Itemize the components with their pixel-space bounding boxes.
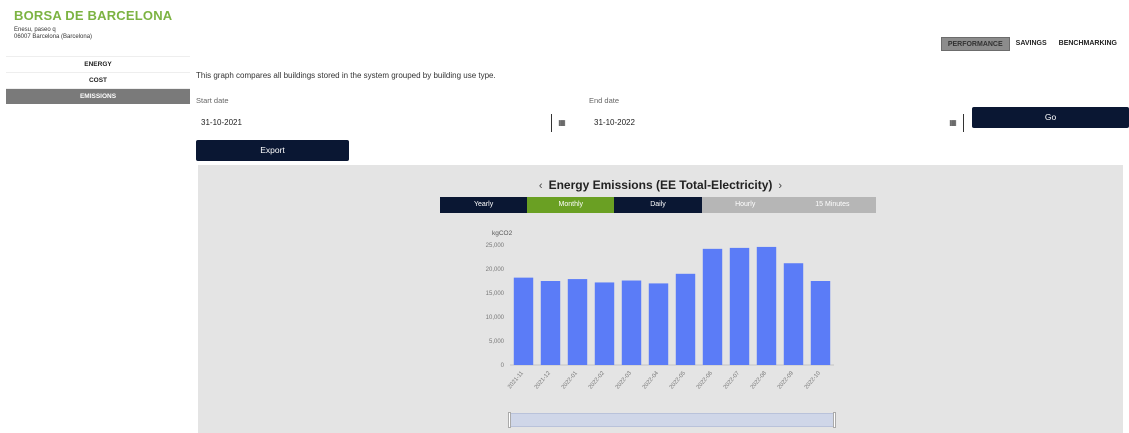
x-tick-label: 2022-04 — [642, 370, 661, 391]
bar — [567, 279, 588, 365]
export-button[interactable]: Export — [196, 140, 349, 161]
x-tick-label: 2022-10 — [804, 370, 822, 390]
x-tick-label: 2022-02 — [588, 370, 606, 390]
x-tick-label: 2022-03 — [615, 370, 633, 390]
divider — [551, 114, 552, 132]
calendar-icon[interactable]: ▦ — [946, 116, 960, 130]
tab-benchmarking[interactable]: BENCHMARKING — [1053, 37, 1123, 51]
calendar-icon[interactable]: ▦ — [555, 116, 569, 130]
bar — [702, 248, 723, 365]
bar — [648, 283, 669, 365]
y-tick-label: 25,000 — [486, 243, 505, 249]
y-tick-label: 10,000 — [486, 315, 505, 321]
y-axis-label: kgCO2 — [492, 230, 513, 237]
divider — [963, 114, 964, 132]
chart-panel: ‹ Energy Emissions (EE Total-Electricity)… — [198, 165, 1123, 433]
x-tick-label: 2022-09 — [777, 370, 795, 390]
address-line-1: Enesu, paseo q — [14, 27, 56, 33]
emissions-bar-chart: kgCO2 0 5,000 10,000 15,000 20,000 25,000 2021-… — [486, 230, 834, 391]
graph-description: This graph compares all buildings stored… — [196, 71, 496, 80]
bar — [783, 263, 804, 365]
x-tick-label: 2022-01 — [561, 370, 579, 390]
x-tick-label: 2021-11 — [507, 370, 525, 390]
y-tick-label: 20,000 — [486, 267, 505, 273]
end-date-label: End date — [589, 96, 620, 105]
bar — [810, 281, 831, 365]
bar — [756, 246, 777, 365]
tab-performance[interactable]: PERFORMANCE — [940, 37, 1010, 51]
start-date-label: Start date — [196, 96, 229, 105]
start-date-input[interactable]: 31-10-2021 — [196, 113, 546, 133]
bar — [594, 282, 615, 365]
sidebar-item-emissions[interactable]: EMISSIONS — [6, 88, 190, 104]
sidebar: ENERGY COST EMISSIONS — [6, 56, 190, 104]
y-tick-label: 15,000 — [486, 291, 505, 297]
y-tick-label: 5,000 — [489, 339, 505, 345]
x-tick-label: 2021-12 — [534, 370, 552, 390]
sidebar-item-energy[interactable]: ENERGY — [6, 56, 190, 72]
x-tick-label: 2022-08 — [750, 370, 768, 390]
bar — [729, 247, 750, 365]
top-tabs: PERFORMANCE SAVINGS BENCHMARKING — [940, 37, 1123, 51]
address-line-2: 06007 Barcelona (Barcelona) — [14, 34, 93, 40]
slider-handle-right[interactable] — [833, 412, 836, 428]
bar — [540, 281, 561, 365]
x-tick-label: 2022-07 — [723, 370, 741, 390]
bar — [513, 277, 534, 365]
slider-handle-left[interactable] — [508, 412, 511, 428]
x-tick-label: 2022-05 — [669, 370, 687, 390]
sidebar-item-cost[interactable]: COST — [6, 72, 190, 88]
bar — [621, 280, 642, 365]
x-tick-label: 2022-06 — [696, 370, 714, 390]
chart-zoom-slider[interactable] — [510, 413, 835, 427]
go-button[interactable]: Go — [972, 107, 1129, 128]
end-date-input[interactable]: 31-10-2022 — [589, 113, 939, 133]
bar — [675, 273, 696, 365]
y-tick-label: 0 — [501, 363, 505, 369]
tab-savings[interactable]: SAVINGS — [1010, 37, 1053, 51]
building-title: BORSA DE BARCELONA — [14, 8, 173, 23]
